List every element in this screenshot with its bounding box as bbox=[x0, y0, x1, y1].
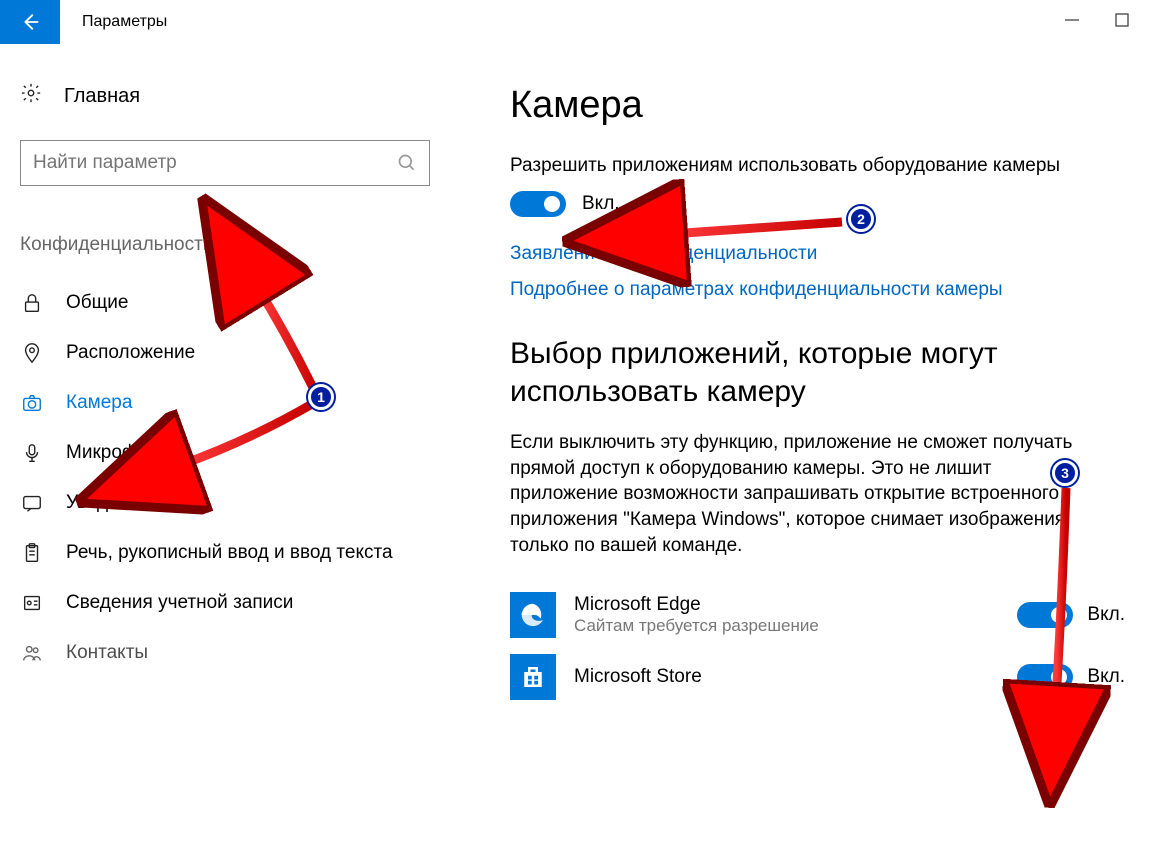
location-icon bbox=[20, 342, 44, 364]
app-title: Microsoft Edge bbox=[574, 594, 999, 616]
clipboard-icon bbox=[20, 542, 44, 564]
titlebar: Параметры bbox=[0, 0, 1175, 44]
gear-icon bbox=[20, 82, 42, 110]
minimize-button[interactable] bbox=[1059, 7, 1085, 33]
toggle-label: Вкл. bbox=[1087, 666, 1125, 688]
edge-icon bbox=[510, 592, 556, 638]
account-icon bbox=[20, 592, 44, 614]
sidebar-item-label: Общие bbox=[66, 292, 128, 314]
arrow-left-icon bbox=[19, 11, 41, 33]
window-controls bbox=[1059, 0, 1135, 40]
app-row-edge: Microsoft Edge Сайтам требуется разрешен… bbox=[510, 584, 1135, 646]
allow-apps-text: Разрешить приложениям использовать обору… bbox=[510, 155, 1070, 177]
camera-master-toggle[interactable] bbox=[510, 191, 566, 217]
category-header: Конфиденциальность bbox=[20, 234, 470, 256]
lock-icon bbox=[20, 292, 44, 314]
privacy-more-link[interactable]: Подробнее о параметрах конфиденциальност… bbox=[510, 279, 1135, 301]
sidebar-item-account[interactable]: Сведения учетной записи bbox=[20, 578, 470, 628]
microphone-icon bbox=[20, 442, 44, 464]
content-pane: Камера Разрешить приложениям использоват… bbox=[470, 44, 1175, 866]
app-toggle-store[interactable] bbox=[1017, 664, 1073, 690]
sidebar-item-label: Контакты bbox=[66, 642, 148, 664]
maximize-icon bbox=[1114, 12, 1130, 28]
sidebar-item-notifications[interactable]: Уведомления bbox=[20, 478, 470, 528]
toggle-label: Вкл. bbox=[1087, 604, 1125, 626]
sidebar-home-label: Главная bbox=[64, 85, 140, 108]
sidebar-item-speech[interactable]: Речь, рукописный ввод и ввод текста bbox=[20, 528, 470, 578]
sidebar-item-microphone[interactable]: Микрофон bbox=[20, 428, 470, 478]
window-title: Параметры bbox=[82, 13, 167, 31]
sidebar-item-label: Уведомления bbox=[66, 492, 185, 514]
camera-icon bbox=[20, 392, 44, 414]
sidebar-item-general[interactable]: Общие bbox=[20, 278, 470, 328]
store-icon bbox=[510, 654, 556, 700]
maximize-button[interactable] bbox=[1109, 7, 1135, 33]
search-box[interactable] bbox=[20, 140, 430, 186]
privacy-statement-link[interactable]: Заявление о конфиденциальности bbox=[510, 243, 1135, 265]
app-toggle-edge[interactable] bbox=[1017, 602, 1073, 628]
notification-icon bbox=[20, 492, 44, 514]
sidebar-item-location[interactable]: Расположение bbox=[20, 328, 470, 378]
choose-apps-heading: Выбор приложений, которые могут использо… bbox=[510, 335, 1060, 410]
search-icon bbox=[397, 153, 417, 173]
sidebar-item-label: Камера bbox=[66, 392, 132, 414]
app-row-store: Microsoft Store Вкл. bbox=[510, 646, 1135, 708]
app-subtitle: Сайтам требуется разрешение bbox=[574, 616, 999, 636]
toggle-label: Вкл. bbox=[582, 193, 620, 215]
sidebar-item-label: Расположение bbox=[66, 342, 195, 364]
choose-apps-desc: Если выключить эту функцию, приложение н… bbox=[510, 430, 1080, 558]
search-input[interactable] bbox=[33, 152, 397, 174]
app-title: Microsoft Store bbox=[574, 666, 999, 688]
sidebar-item-camera[interactable]: Камера bbox=[20, 378, 470, 428]
sidebar-item-label: Микрофон bbox=[66, 442, 159, 464]
sidebar-item-label: Сведения учетной записи bbox=[66, 592, 293, 614]
sidebar-home[interactable]: Главная bbox=[20, 74, 470, 128]
page-heading: Камера bbox=[510, 84, 1135, 127]
back-button[interactable] bbox=[0, 0, 60, 44]
sidebar: Главная Конфиденциальность Общие Располо… bbox=[0, 44, 470, 866]
minimize-icon bbox=[1064, 12, 1080, 28]
sidebar-item-label: Речь, рукописный ввод и ввод текста bbox=[66, 542, 393, 564]
contacts-icon bbox=[20, 642, 44, 664]
sidebar-item-contacts[interactable]: Контакты bbox=[20, 628, 470, 678]
